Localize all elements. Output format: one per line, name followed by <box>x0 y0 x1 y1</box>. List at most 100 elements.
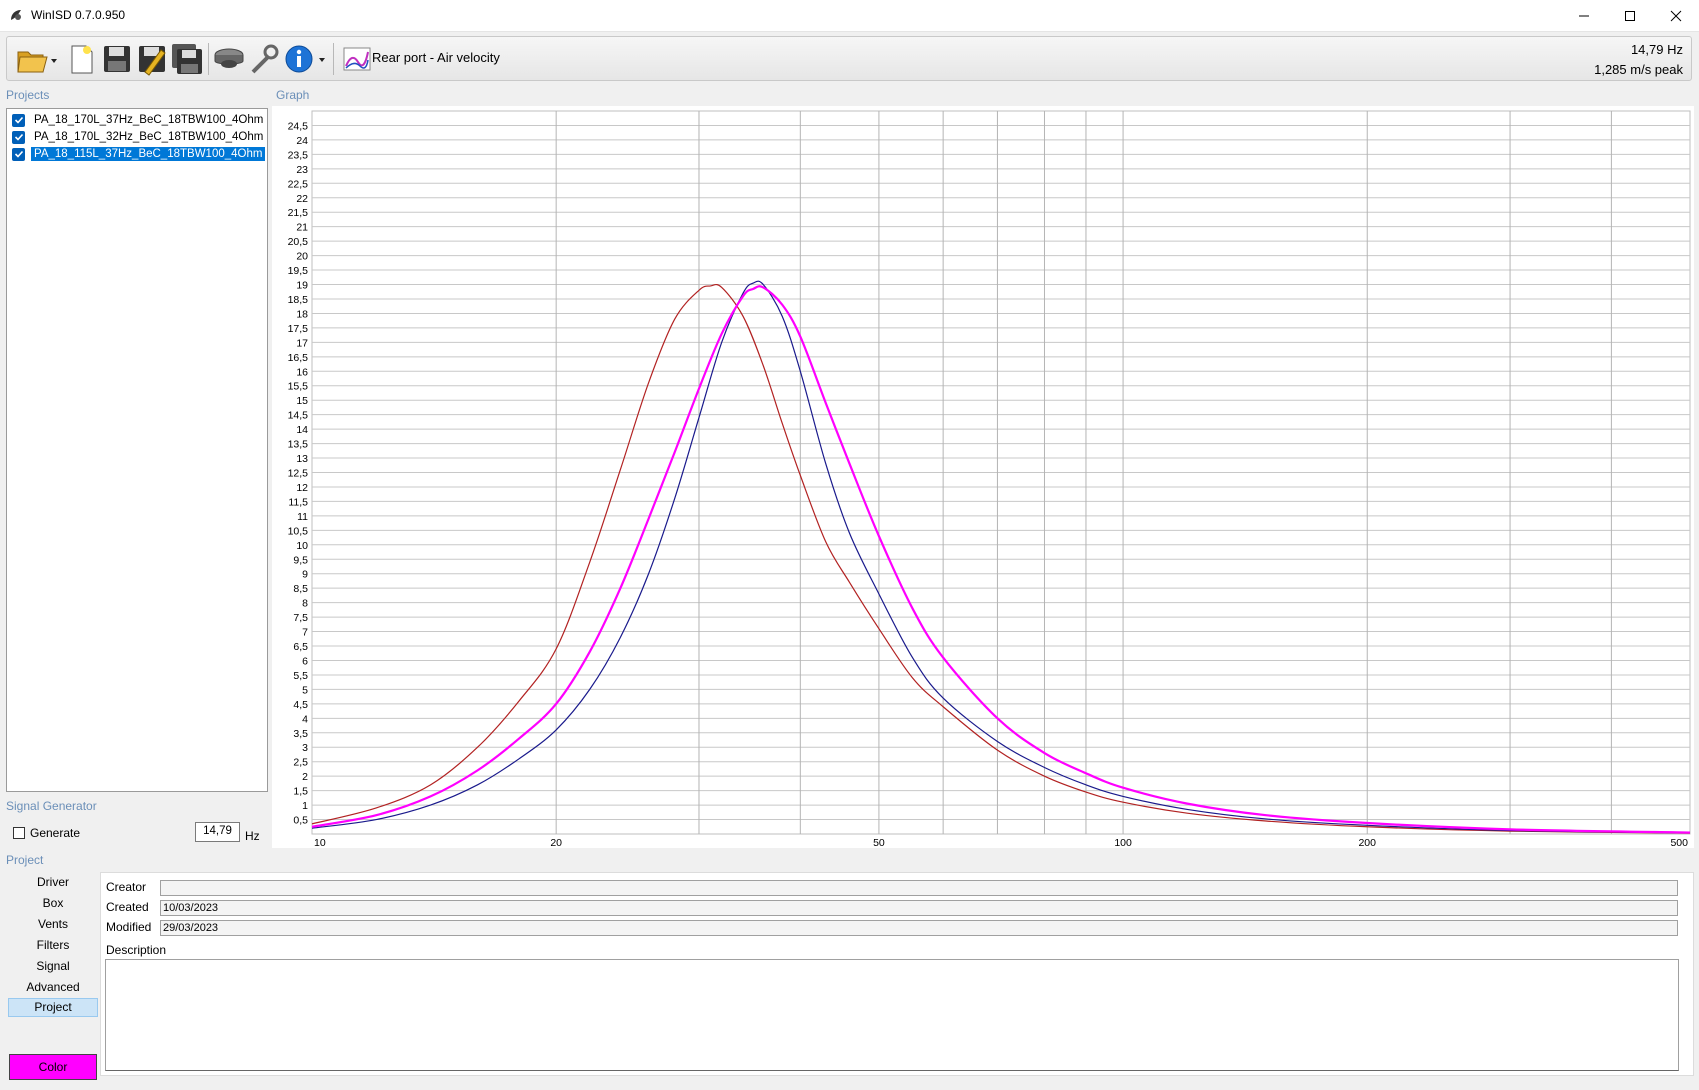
graph-type-icon-button[interactable] <box>340 42 374 76</box>
x-tick-label: 500 <box>1670 837 1688 848</box>
projects-section-label: Projects <box>6 88 50 102</box>
project-item[interactable]: PA_18_170L_32Hz_BeC_18TBW100_4Ohm <box>9 129 266 145</box>
main-toolbar <box>6 36 1692 81</box>
x-tick-label: 50 <box>873 837 885 848</box>
project-name: PA_18_170L_32Hz_BeC_18TBW100_4Ohm <box>34 131 264 143</box>
y-tick-label: 18 <box>296 308 308 320</box>
project-item-selected[interactable]: PA_18_115L_37Hz_BeC_18TBW100_4Ohm <box>9 146 265 162</box>
y-tick-label: 12 <box>296 482 308 494</box>
color-button[interactable]: Color <box>9 1054 97 1080</box>
generate-checkbox-row[interactable]: Generate <box>13 826 80 840</box>
info-button[interactable] <box>283 42 327 76</box>
project-checkbox[interactable] <box>12 147 25 161</box>
y-tick-label: 3 <box>302 742 308 754</box>
y-tick-label: 10,5 <box>288 525 309 537</box>
creator-field[interactable] <box>160 880 1678 896</box>
y-tick-label: 22 <box>296 193 308 205</box>
y-tick-label: 14 <box>296 424 308 436</box>
y-tick-label: 1,5 <box>293 786 308 798</box>
tab-vents[interactable]: Vents <box>8 915 98 934</box>
project-name: PA_18_115L_37Hz_BeC_18TBW100_4Ohm <box>31 147 265 161</box>
new-project-button[interactable] <box>65 42 99 76</box>
project-details-panel: Creator Created 10/03/2023 Modified 29/0… <box>100 872 1694 1076</box>
project-item[interactable]: PA_18_170L_37Hz_BeC_18TBW100_4Ohm <box>9 112 266 128</box>
y-tick-label: 10 <box>296 540 308 552</box>
signal-frequency-input[interactable]: 14,79 <box>195 822 240 842</box>
tab-advanced[interactable]: Advanced <box>8 978 98 997</box>
y-tick-label: 18,5 <box>288 294 309 306</box>
y-tick-label: 23,5 <box>288 149 309 161</box>
open-project-button[interactable] <box>15 42 57 76</box>
wrench-icon <box>251 44 279 74</box>
project-checkbox[interactable] <box>12 113 25 127</box>
y-tick-label: 20,5 <box>288 236 309 248</box>
y-tick-label: 2 <box>302 771 308 783</box>
cursor-value-readout: 1,285 m/s peak <box>1594 62 1683 77</box>
y-tick-label: 11,5 <box>288 496 308 508</box>
y-axis-ticks: 0,511,522,533,544,555,566,577,588,599,51… <box>288 120 309 826</box>
close-icon <box>1670 10 1682 21</box>
floppy-disks-icon <box>172 44 202 74</box>
y-tick-label: 17,5 <box>288 323 309 335</box>
minimize-icon <box>1579 15 1589 16</box>
save-all-button[interactable] <box>170 42 204 76</box>
response-graph[interactable]: 0,511,522,533,544,555,566,577,588,599,51… <box>272 106 1694 849</box>
driver-editor-button[interactable] <box>212 42 246 76</box>
y-tick-label: 13,5 <box>288 439 309 451</box>
new-document-icon <box>71 45 93 74</box>
winisd-app-icon <box>9 8 23 25</box>
toolbar-separator <box>208 43 209 75</box>
y-tick-label: 13 <box>296 453 308 465</box>
y-tick-label: 24,5 <box>288 120 309 132</box>
y-tick-label: 2,5 <box>293 757 308 769</box>
graph-panel[interactable]: 0,5 1 1,5 2 2,5 3 3,5 4 4,5 5 5,5 6 6,5 7 7,5 8 8,5 9 9,5 1… <box>272 106 1694 849</box>
maximize-button[interactable] <box>1607 0 1653 31</box>
y-tick-label: 16 <box>296 366 308 378</box>
y-tick-label: 14,5 <box>288 410 309 422</box>
x-tick-label: 10 <box>314 837 326 848</box>
y-tick-label: 7 <box>302 627 308 639</box>
tools-button[interactable] <box>247 42 281 76</box>
y-tick-label: 21,5 <box>288 207 309 219</box>
y-tick-label: 0,5 <box>293 815 308 827</box>
created-label: Created <box>106 900 149 914</box>
open-folder-icon <box>17 51 57 73</box>
tab-project[interactable]: Project <box>8 998 98 1017</box>
close-button[interactable] <box>1653 0 1699 31</box>
speaker-driver-icon <box>214 48 244 68</box>
tab-signal[interactable]: Signal <box>8 957 98 976</box>
tab-box[interactable]: Box <box>8 894 98 913</box>
description-textarea[interactable] <box>105 959 1679 1071</box>
tab-filters[interactable]: Filters <box>8 936 98 955</box>
y-tick-label: 9 <box>302 569 308 581</box>
y-tick-label: 21 <box>296 222 308 234</box>
generate-checkbox[interactable] <box>13 827 25 839</box>
x-axis-ticks: 10 20 50 100 200 500 <box>314 837 1688 849</box>
x-tick-label: 100 <box>1114 837 1132 848</box>
save-as-button[interactable] <box>135 42 169 76</box>
generate-label: Generate <box>30 826 81 840</box>
info-icon <box>285 45 325 73</box>
save-button[interactable] <box>100 42 134 76</box>
frequency-unit-label: Hz <box>245 829 260 843</box>
project-name: PA_18_170L_37Hz_BeC_18TBW100_4Ohm <box>34 114 264 126</box>
y-tick-label: 8 <box>302 598 308 610</box>
y-tick-label: 7,5 <box>293 612 308 624</box>
y-tick-label: 19 <box>296 280 308 292</box>
y-tick-label: 8,5 <box>293 583 308 595</box>
y-tick-label: 9,5 <box>293 554 308 566</box>
graph-section-label: Graph <box>276 88 310 102</box>
project-checkbox[interactable] <box>12 130 25 144</box>
minimize-button[interactable] <box>1561 0 1607 31</box>
graph-chart-icon <box>343 47 371 71</box>
projects-list: PA_18_170L_37Hz_BeC_18TBW100_4Ohm PA_18_… <box>6 108 268 792</box>
graph-type-label[interactable]: Rear port - Air velocity <box>372 50 500 65</box>
modified-label: Modified <box>106 920 152 934</box>
y-tick-label: 1 <box>302 800 308 812</box>
x-tick-label: 200 <box>1358 837 1376 848</box>
modified-field[interactable]: 29/03/2023 <box>160 920 1678 936</box>
created-field[interactable]: 10/03/2023 <box>160 900 1678 916</box>
cursor-frequency-readout: 14,79 Hz <box>1630 42 1683 57</box>
y-tick-label: 11 <box>297 511 308 523</box>
tab-driver[interactable]: Driver <box>8 873 98 892</box>
